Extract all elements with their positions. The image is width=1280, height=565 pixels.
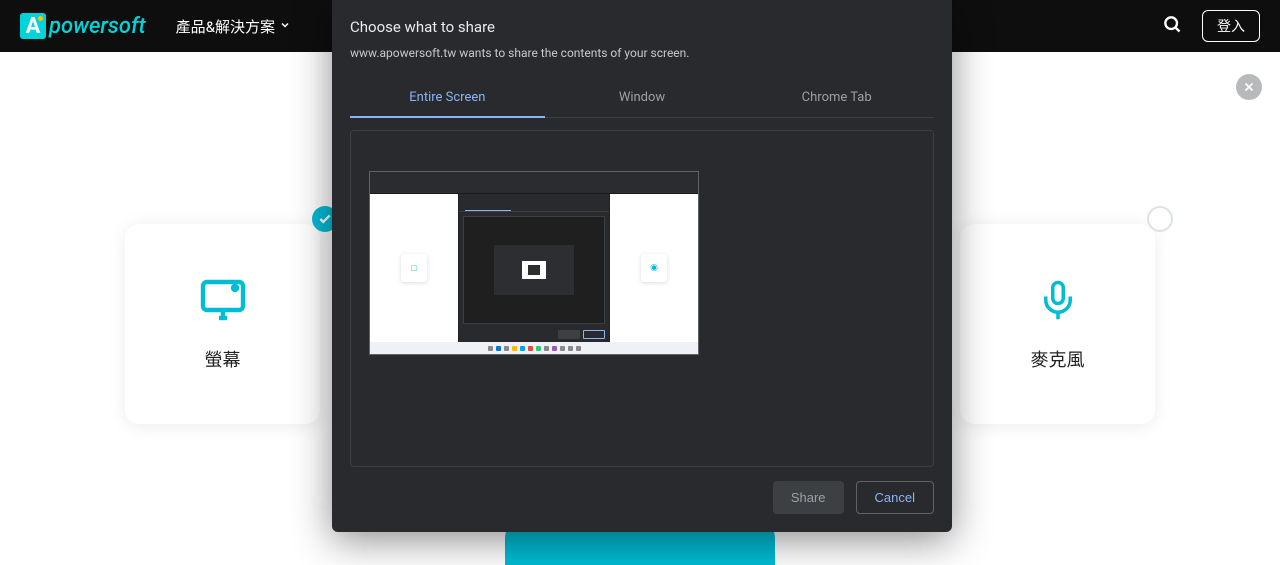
thumb-taskbar	[370, 342, 698, 354]
modal-actions: Share Cancel	[332, 467, 952, 532]
modal-description: www.apowersoft.tw wants to share the con…	[350, 46, 934, 60]
brand-logo[interactable]: A powersoft	[20, 13, 146, 39]
card-screen-label: 螢幕	[205, 346, 241, 372]
thumb-right-panel: ◉	[610, 194, 698, 342]
share-button[interactable]: Share	[773, 481, 844, 514]
navbar-right: 登入	[1162, 10, 1260, 42]
login-button[interactable]: 登入	[1202, 10, 1260, 42]
nav-products-dropdown[interactable]: 產品&解決方案	[176, 16, 291, 37]
search-icon[interactable]	[1162, 14, 1182, 39]
cancel-button[interactable]: Cancel	[856, 481, 934, 514]
screen-preview-area: □ ◉	[350, 130, 934, 467]
navbar-left: A powersoft 產品&解決方案	[20, 13, 291, 39]
monitor-icon	[199, 276, 247, 328]
thumb-browser-chrome	[370, 172, 698, 194]
screen-share-modal: Choose what to share www.apowersoft.tw w…	[332, 0, 952, 532]
thumb-left-panel: □	[370, 194, 458, 342]
logo-text: powersoft	[49, 14, 146, 39]
microphone-icon	[1037, 276, 1079, 328]
screen-thumbnail[interactable]: □ ◉	[369, 171, 699, 355]
tab-entire-screen[interactable]: Entire Screen	[350, 78, 545, 117]
modal-title: Choose what to share	[350, 18, 934, 36]
modal-header: Choose what to share www.apowersoft.tw w…	[332, 0, 952, 70]
modal-tabs: Entire Screen Window Chrome Tab	[350, 78, 934, 118]
close-overlay-button[interactable]	[1236, 74, 1262, 100]
card-microphone[interactable]: 麥克風	[960, 224, 1155, 424]
chevron-down-icon	[279, 17, 291, 35]
tab-window[interactable]: Window	[545, 78, 740, 117]
nav-products-label: 產品&解決方案	[176, 16, 275, 37]
thumb-center-modal	[459, 194, 609, 342]
card-screen[interactable]: 螢幕	[125, 224, 320, 424]
card-mic-radio[interactable]	[1147, 206, 1173, 232]
logo-badge: A	[20, 13, 46, 39]
tab-chrome-tab[interactable]: Chrome Tab	[739, 78, 934, 117]
card-mic-label: 麥克風	[1031, 346, 1085, 372]
